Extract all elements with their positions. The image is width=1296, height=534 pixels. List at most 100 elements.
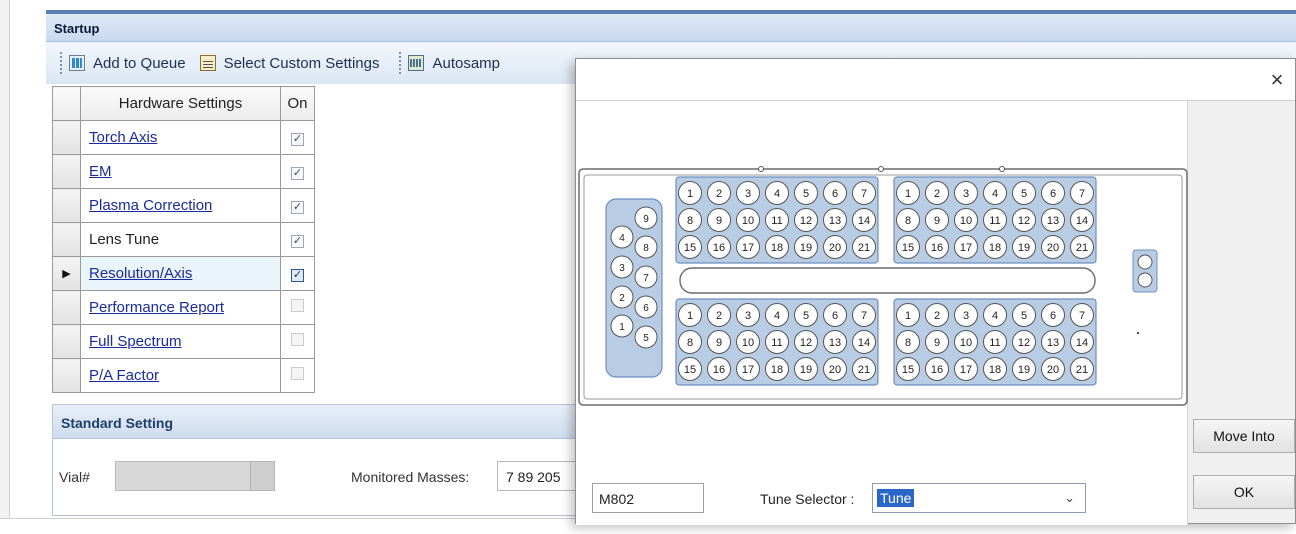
vial-number: 12 bbox=[1018, 215, 1030, 227]
autosampler-button[interactable]: Autosamp bbox=[408, 55, 500, 72]
on-header[interactable]: On bbox=[280, 86, 315, 121]
move-into-button[interactable]: Move Into bbox=[1193, 419, 1295, 453]
vial-number: 20 bbox=[829, 364, 841, 376]
hardware-setting-link[interactable]: P/A Factor bbox=[89, 367, 159, 384]
table-row[interactable]: ▶ Resolution/Axis ✓ bbox=[52, 256, 315, 291]
table-row[interactable]: Performance Report bbox=[52, 290, 315, 325]
hardware-setting-name: Resolution/Axis bbox=[80, 256, 281, 291]
vial-number: 1 bbox=[687, 310, 693, 322]
rack-marker bbox=[1136, 331, 1140, 335]
hardware-setting-name: Plasma Correction bbox=[80, 188, 281, 223]
table-row[interactable]: P/A Factor bbox=[52, 358, 315, 393]
hardware-setting-name: EM bbox=[80, 154, 281, 189]
vial-number: 19 bbox=[800, 364, 812, 376]
on-checkbox[interactable]: ✓ bbox=[291, 167, 304, 180]
hardware-setting-link[interactable]: Torch Axis bbox=[89, 129, 157, 146]
autosampler-icon bbox=[408, 55, 425, 71]
vial-number: 17 bbox=[742, 242, 754, 254]
vial-number: 3 bbox=[745, 310, 751, 322]
vial-number: 13 bbox=[829, 215, 841, 227]
on-checkbox[interactable]: ✓ bbox=[291, 133, 304, 146]
vial-number: 15 bbox=[684, 364, 696, 376]
on-cell: ✓ bbox=[280, 120, 315, 155]
autosampler-label: Autosamp bbox=[432, 54, 501, 72]
close-icon[interactable]: × bbox=[1259, 65, 1295, 95]
vial-number: 3 bbox=[619, 263, 625, 274]
hardware-setting-link[interactable]: Full Spectrum bbox=[89, 333, 182, 350]
vial-number: 13 bbox=[829, 337, 841, 349]
screen: Startup Add to Queue Select Custom Setti… bbox=[0, 0, 1296, 534]
hardware-settings-rows: Torch Axis ✓ EM ✓ Plasma Correction ✓ Lens Tun… bbox=[52, 120, 315, 393]
on-checkbox[interactable] bbox=[291, 299, 304, 312]
table-row[interactable]: Plasma Correction ✓ bbox=[52, 188, 315, 223]
vial-number: 1 bbox=[619, 322, 625, 333]
on-checkbox[interactable]: ✓ bbox=[291, 235, 304, 248]
vial-number: 6 bbox=[1050, 188, 1056, 200]
vial-number: 20 bbox=[1047, 242, 1059, 254]
toolbar-grip[interactable] bbox=[60, 52, 63, 74]
vial-number: 15 bbox=[902, 242, 914, 254]
autosampler-dialog: × 1 2 3 4 5 6 7 8 9 10 11 12 13 14 15 16 17 18 19 20 21 1 2 3 4 5… bbox=[575, 58, 1296, 525]
vial-number: 19 bbox=[1018, 242, 1030, 254]
hardware-setting-link[interactable]: Plasma Correction bbox=[89, 197, 212, 214]
on-checkbox[interactable] bbox=[291, 367, 304, 380]
standard-setting-title: Standard Setting bbox=[53, 405, 631, 439]
add-to-queue-button[interactable]: Add to Queue bbox=[69, 55, 186, 72]
autosampler-rack-diagram: 1 2 3 4 5 6 78 9 10 11 12 13 1415 16 17 18 19 20 211 2 3 4 5 6 7… bbox=[578, 166, 1188, 406]
toolbar-separator bbox=[399, 52, 402, 74]
vial-number: 10 bbox=[742, 337, 754, 349]
on-cell bbox=[280, 358, 315, 393]
select-custom-settings-button[interactable]: Select Custom Settings bbox=[199, 55, 379, 72]
vial-number: 13 bbox=[1047, 215, 1059, 227]
vial-number: 8 bbox=[905, 337, 911, 349]
hardware-setting-link[interactable]: Performance Report bbox=[89, 299, 224, 316]
vial-label: Vial# bbox=[59, 469, 90, 485]
vial-field[interactable] bbox=[115, 461, 275, 491]
ok-button[interactable]: OK bbox=[1193, 475, 1295, 509]
hardware-setting-link[interactable]: Resolution/Axis bbox=[89, 265, 192, 282]
row-header[interactable] bbox=[52, 290, 81, 325]
hardware-settings-header[interactable]: Hardware Settings bbox=[80, 86, 281, 121]
vial-number: 4 bbox=[774, 310, 780, 322]
table-row[interactable]: Lens Tune ✓ bbox=[52, 222, 315, 257]
vial-picker-button[interactable] bbox=[250, 462, 274, 490]
hardware-setting-link[interactable]: EM bbox=[89, 163, 112, 180]
row-header[interactable] bbox=[52, 358, 81, 393]
vial-number: 14 bbox=[1076, 215, 1088, 227]
vial-number: 3 bbox=[963, 188, 969, 200]
tune-selector-dropdown[interactable]: Tune ⌄ bbox=[872, 483, 1086, 513]
rack-code-field[interactable]: M802 bbox=[592, 483, 704, 513]
row-header[interactable] bbox=[52, 188, 81, 223]
table-row[interactable]: EM ✓ bbox=[52, 154, 315, 189]
vial-number: 6 bbox=[643, 303, 649, 314]
vial-position bbox=[1137, 254, 1153, 270]
vial-number: 5 bbox=[803, 188, 809, 200]
row-header[interactable] bbox=[52, 120, 81, 155]
vial-number: 9 bbox=[934, 215, 940, 227]
vial-number: 7 bbox=[861, 310, 867, 322]
vial-number: 13 bbox=[1047, 337, 1059, 349]
vial-number: 14 bbox=[1076, 337, 1088, 349]
on-checkbox[interactable]: ✓ bbox=[291, 269, 304, 282]
table-header-row: Hardware Settings On bbox=[52, 86, 315, 121]
row-header[interactable] bbox=[52, 222, 81, 257]
vial-number: 12 bbox=[1018, 337, 1030, 349]
on-checkbox[interactable]: ✓ bbox=[291, 201, 304, 214]
table-row[interactable]: Full Spectrum bbox=[52, 324, 315, 359]
on-checkbox[interactable] bbox=[291, 333, 304, 346]
hardware-setting-label: Lens Tune bbox=[89, 231, 160, 248]
vial-number: 15 bbox=[684, 242, 696, 254]
custom-settings-icon bbox=[199, 55, 216, 71]
vial-number: 18 bbox=[989, 364, 1001, 376]
row-pointer-icon[interactable]: ▶ bbox=[52, 256, 81, 291]
vial-number: 7 bbox=[861, 188, 867, 200]
table-row[interactable]: Torch Axis ✓ bbox=[52, 120, 315, 155]
row-header[interactable] bbox=[52, 324, 81, 359]
tune-selector-value: Tune bbox=[877, 489, 915, 507]
vial-number: 19 bbox=[800, 242, 812, 254]
vial-number: 11 bbox=[989, 215, 1000, 227]
vial-number: 11 bbox=[771, 337, 782, 349]
vial-number: 17 bbox=[960, 364, 972, 376]
on-cell: ✓ bbox=[280, 188, 315, 223]
row-header[interactable] bbox=[52, 154, 81, 189]
